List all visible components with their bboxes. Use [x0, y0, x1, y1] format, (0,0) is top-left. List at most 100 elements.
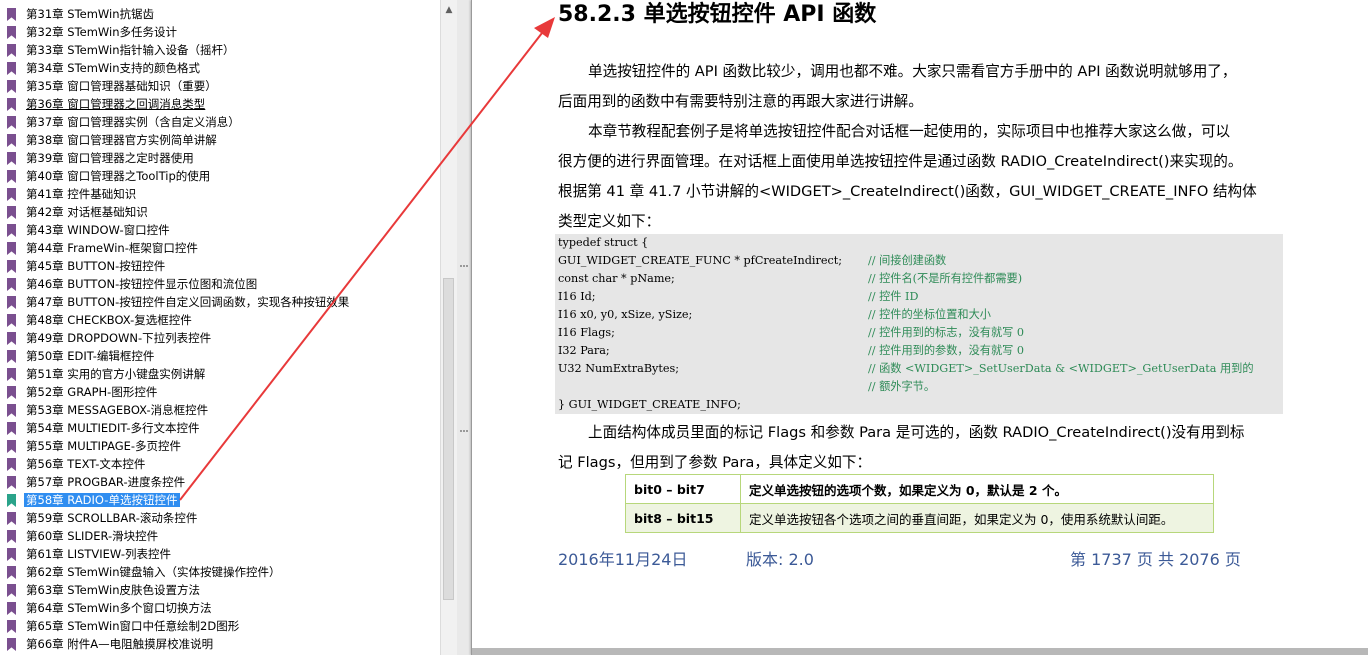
bookmark-icon [7, 530, 16, 543]
footer-version: 版本: 2.0 [746, 550, 814, 569]
bookmark-icon [7, 332, 16, 345]
sidebar-bookmark-item[interactable]: 第60章 SLIDER-滑块控件 [0, 527, 440, 545]
code-comment: // 控件 ID [868, 290, 919, 303]
paragraph-line: 上面结构体成员里面的标记 Flags 和参数 Para 是可选的，函数 RADI… [588, 424, 1245, 441]
sidebar-bookmark-item[interactable]: 第47章 BUTTON-按钮控件自定义回调函数，实现各种按钮效果 [0, 293, 440, 311]
bookmark-icon [7, 26, 16, 39]
sidebar-bookmark-item[interactable]: 第55章 MULTIPAGE-多页控件 [0, 437, 440, 455]
bookmark-icon [7, 134, 16, 147]
bookmark-label: 第64章 STemWin多个窗口切换方法 [26, 601, 212, 615]
panel-splitter[interactable] [457, 0, 471, 655]
bookmark-label: 第32章 STemWin多任务设计 [26, 25, 178, 39]
sidebar-bookmark-item[interactable]: 第58章 RADIO-单选按钮控件 [0, 491, 440, 509]
scrollbar-thumb[interactable] [443, 278, 454, 600]
sidebar-bookmark-item[interactable]: 第33章 STemWin指针输入设备（摇杆） [0, 41, 440, 59]
bookmark-icon [7, 350, 16, 363]
sidebar-bookmark-item[interactable]: 第46章 BUTTON-按钮控件显示位图和流位图 [0, 275, 440, 293]
bookmark-icon [7, 98, 16, 111]
bookmark-label: 第49章 DROPDOWN-下拉列表控件 [26, 331, 212, 345]
paragraph-2: 本章节教程配套例子是将单选按钮控件配合对话框一起使用的，实际项目中也推荐大家这么… [558, 117, 1288, 237]
sidebar-bookmark-item[interactable]: 第34章 STemWin支持的颜色格式 [0, 59, 440, 77]
sidebar-bookmark-item[interactable]: 第49章 DROPDOWN-下拉列表控件 [0, 329, 440, 347]
sidebar-bookmark-item[interactable]: 第35章 窗口管理器基础知识（重要） [0, 77, 440, 95]
bookmark-icon [7, 404, 16, 417]
bookmark-icon [7, 584, 16, 597]
paragraph-3: 上面结构体成员里面的标记 Flags 和参数 Para 是可选的，函数 RADI… [558, 418, 1288, 478]
bookmark-label: 第38章 窗口管理器官方实例简单讲解 [26, 133, 217, 147]
bookmark-label: 第61章 LISTVIEW-列表控件 [26, 547, 171, 561]
code-comment: // 控件用到的参数，没有就写 0 [868, 344, 1025, 357]
sidebar-bookmark-item[interactable]: 第66章 附件A—电阻触摸屏校准说明 [0, 635, 440, 653]
paragraph-line: 后面用到的函数中有需要特别注意的再跟大家进行讲解。 [558, 93, 923, 110]
bookmark-icon [7, 566, 16, 579]
arrow-up-icon[interactable]: ▲ [441, 3, 457, 17]
bookmark-icon [7, 620, 16, 633]
bookmark-icon [7, 512, 16, 525]
bookmark-icon [7, 422, 16, 435]
paragraph-line: 本章节教程配套例子是将单选按钮控件配合对话框一起使用的，实际项目中也推荐大家这么… [588, 123, 1231, 140]
bookmark-icon [7, 206, 16, 219]
page-bottom-edge [472, 648, 1368, 655]
bookmark-label: 第39章 窗口管理器之定时器使用 [26, 151, 194, 165]
code-comment: // 额外字节。 [868, 380, 936, 393]
bookmark-icon [7, 44, 16, 57]
bookmark-label: 第44章 FrameWin-框架窗口控件 [26, 241, 198, 255]
sidebar-bookmark-item[interactable]: 第38章 窗口管理器官方实例简单讲解 [0, 131, 440, 149]
bookmark-label: 第42章 对话框基础知识 [26, 205, 148, 219]
sidebar-bookmark-item[interactable]: 第59章 SCROLLBAR-滚动条控件 [0, 509, 440, 527]
sidebar-bookmark-item[interactable]: 第57章 PROGBAR-进度条控件 [0, 473, 440, 491]
table-cell-value: 定义单选按钮的选项个数，如果定义为 0，默认是 2 个。 [740, 474, 1214, 504]
sidebar-bookmark-item[interactable]: 第40章 窗口管理器之ToolTip的使用 [0, 167, 440, 185]
bookmarks-panel: 第31章 STemWin抗锯齿第32章 STemWin多任务设计第33章 STe… [0, 0, 440, 655]
bookmark-label: 第47章 BUTTON-按钮控件自定义回调函数，实现各种按钮效果 [26, 295, 350, 309]
sidebar-bookmark-item[interactable]: 第32章 STemWin多任务设计 [0, 23, 440, 41]
bookmark-icon [7, 80, 16, 93]
code-line: I16 Id; [558, 290, 596, 303]
sidebar-bookmark-item[interactable]: 第48章 CHECKBOX-复选框控件 [0, 311, 440, 329]
sidebar-bookmark-item[interactable]: 第39章 窗口管理器之定时器使用 [0, 149, 440, 167]
bookmark-label: 第65章 STemWin窗口中任意绘制2D图形 [26, 619, 240, 633]
sidebar-bookmark-item[interactable]: 第61章 LISTVIEW-列表控件 [0, 545, 440, 563]
sidebar-bookmark-item[interactable]: 第64章 STemWin多个窗口切换方法 [0, 599, 440, 617]
code-line: I16 Flags; [558, 326, 615, 339]
sidebar-scrollbar[interactable]: ▲ [440, 0, 457, 655]
bookmark-label: 第62章 STemWin键盘输入（实体按键操作控件） [26, 565, 281, 579]
sidebar-bookmark-item[interactable]: 第37章 窗口管理器实例（含自定义消息） [0, 113, 440, 131]
code-line: } GUI_WIDGET_CREATE_INFO; [558, 398, 741, 411]
bookmark-label: 第48章 CHECKBOX-复选框控件 [26, 313, 192, 327]
bookmark-icon [7, 116, 16, 129]
sidebar-bookmark-item[interactable]: 第65章 STemWin窗口中任意绘制2D图形 [0, 617, 440, 635]
table-cell-key: bit0 – bit7 [625, 474, 741, 504]
paragraph-line: 根据第 41 章 41.7 小节讲解的<WIDGET>_CreateIndire… [558, 183, 1257, 200]
sidebar-bookmark-item[interactable]: 第53章 MESSAGEBOX-消息框控件 [0, 401, 440, 419]
bookmark-label: 第43章 WINDOW-窗口控件 [26, 223, 170, 237]
bookmark-label: 第40章 窗口管理器之ToolTip的使用 [26, 169, 211, 183]
code-line: typedef struct { [558, 236, 649, 249]
sidebar-bookmark-item[interactable]: 第36章 窗口管理器之回调消息类型 [0, 95, 440, 113]
bookmark-icon [7, 152, 16, 165]
bookmark-icon [7, 188, 16, 201]
sidebar-bookmark-item[interactable]: 第54章 MULTIEDIT-多行文本控件 [0, 419, 440, 437]
sidebar-bookmark-item[interactable]: 第42章 对话框基础知识 [0, 203, 440, 221]
bookmark-icon [7, 548, 16, 561]
bookmark-icon [7, 260, 16, 273]
sidebar-bookmark-item[interactable]: 第50章 EDIT-编辑框控件 [0, 347, 440, 365]
bookmark-list: 第31章 STemWin抗锯齿第32章 STemWin多任务设计第33章 STe… [0, 5, 440, 653]
bookmark-label: 第37章 窗口管理器实例（含自定义消息） [26, 115, 240, 129]
sidebar-bookmark-item[interactable]: 第44章 FrameWin-框架窗口控件 [0, 239, 440, 257]
bookmark-icon [7, 8, 16, 21]
bookmark-label: 第35章 窗口管理器基础知识（重要） [26, 79, 217, 93]
code-block: typedef struct { GUI_WIDGET_CREATE_FUNC … [555, 234, 1283, 414]
sidebar-bookmark-item[interactable]: 第63章 STemWin皮肤色设置方法 [0, 581, 440, 599]
sidebar-bookmark-item[interactable]: 第51章 实用的官方小键盘实例讲解 [0, 365, 440, 383]
sidebar-bookmark-item[interactable]: 第45章 BUTTON-按钮控件 [0, 257, 440, 275]
sidebar-bookmark-item[interactable]: 第43章 WINDOW-窗口控件 [0, 221, 440, 239]
code-comment: // 控件的坐标位置和大小 [868, 308, 991, 321]
sidebar-bookmark-item[interactable]: 第41章 控件基础知识 [0, 185, 440, 203]
sidebar-bookmark-item[interactable]: 第31章 STemWin抗锯齿 [0, 5, 440, 23]
sidebar-bookmark-item[interactable]: 第56章 TEXT-文本控件 [0, 455, 440, 473]
footer-date: 2016年11月24日 [558, 550, 688, 569]
sidebar-bookmark-item[interactable]: 第52章 GRAPH-图形控件 [0, 383, 440, 401]
sidebar-bookmark-item[interactable]: 第62章 STemWin键盘输入（实体按键操作控件） [0, 563, 440, 581]
bookmark-icon [7, 458, 16, 471]
